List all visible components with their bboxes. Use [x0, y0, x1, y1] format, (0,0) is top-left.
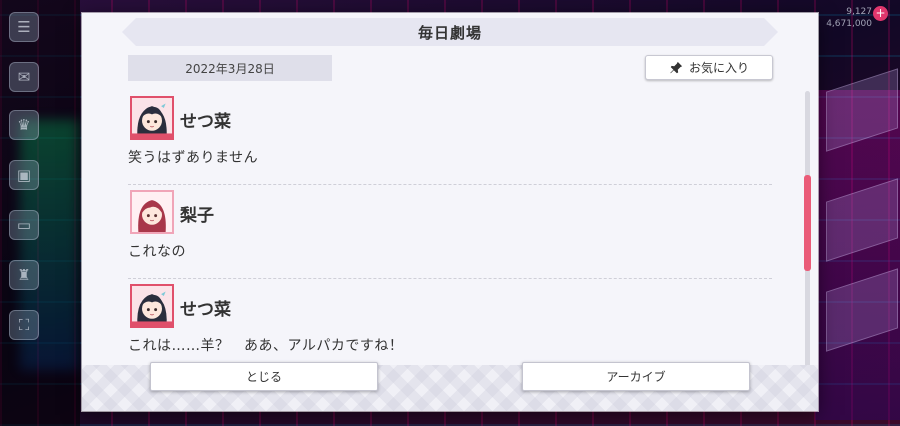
title-bar: 毎日劇場 [122, 18, 778, 46]
dialogue-line: 笑うはずありません [128, 150, 259, 166]
speaker-name: せつ菜 [180, 112, 231, 132]
scrollbar-thumb[interactable] [804, 175, 811, 271]
dialogue-line: これなの [128, 244, 186, 260]
list-item: せつ菜 笑うはずありません [128, 91, 772, 185]
dialog-title: 毎日劇場 [417, 23, 482, 42]
shop-icon: ♛ [9, 110, 39, 140]
date-label: 2022年3月28日 [128, 55, 332, 81]
pin-icon [670, 61, 683, 73]
setsuna-avatar [130, 96, 174, 140]
menu-icon: ☰ [9, 12, 39, 42]
top-right-counters: 9,127 4,671,000 [826, 7, 872, 29]
conversation-list[interactable]: せつ菜 笑うはずありません 梨子 これなの せつ菜 これは……羊？ ああ、アルパ… [128, 91, 772, 375]
screen-icon: ▭ [9, 210, 39, 240]
setsuna-avatar [130, 284, 174, 328]
dialogue-line: これは……羊？ ああ、アルパカですね！ [128, 338, 404, 354]
favorite-button[interactable]: お気に入り [645, 55, 773, 80]
list-item: 梨子 これなの [128, 185, 772, 279]
favorite-label: お気に入り [688, 61, 749, 75]
trophy-icon: ♜ [9, 260, 39, 290]
speaker-name: せつ菜 [180, 300, 231, 320]
daily-theater-dialog: 毎日劇場 2022年3月28日 お気に入り せつ菜 笑うはずありません 梨子 こ… [82, 13, 818, 411]
list-item: せつ菜 これは……羊？ ああ、アルパカですね！ [128, 279, 772, 373]
speaker-name: 梨子 [180, 206, 214, 226]
close-button[interactable]: とじる [150, 362, 378, 391]
riko-avatar [130, 190, 174, 234]
chat-icon: ✉ [9, 62, 39, 92]
plus-icon: + [873, 6, 888, 21]
gift-icon: ▣ [9, 160, 39, 190]
fullscreen-icon: ⛶ [9, 310, 39, 340]
archive-button[interactable]: アーカイブ [522, 362, 750, 391]
